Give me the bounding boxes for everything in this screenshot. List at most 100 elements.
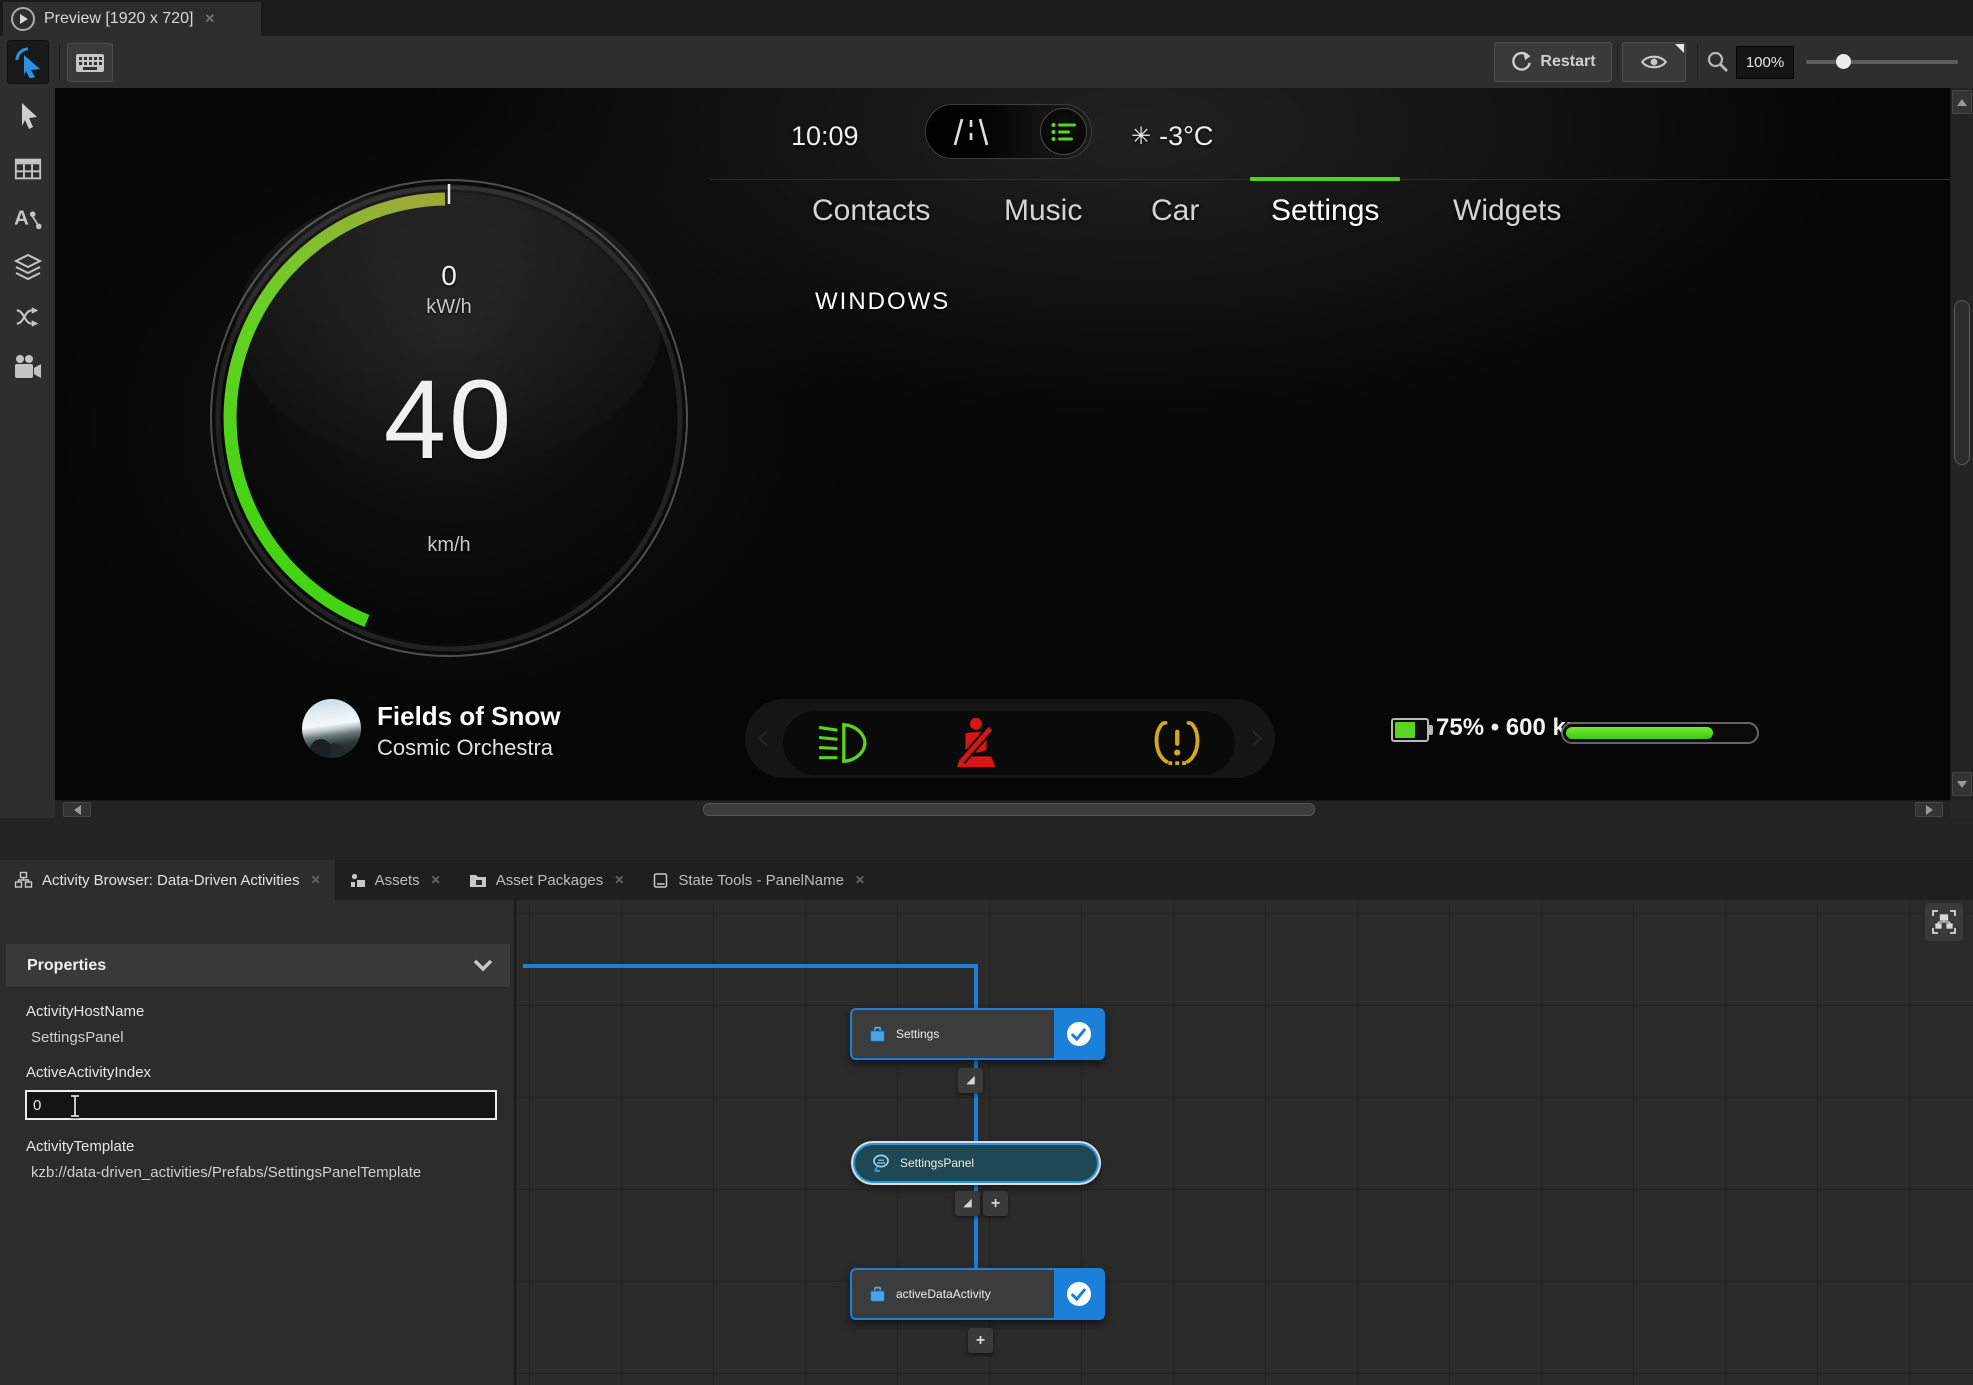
shuffle-icon	[16, 307, 39, 327]
graph-node-settings[interactable]: Settings	[850, 1008, 1105, 1060]
add-node-button[interactable]	[968, 1328, 993, 1353]
zoom-slider-handle[interactable]	[1836, 54, 1851, 69]
prop-template-value: kzb://data-driven_activities/Prefabs/Set…	[31, 1164, 422, 1181]
play-icon	[11, 7, 35, 31]
preview-tabbar: Preview [1920 x 720]	[0, 0, 1973, 37]
properties-header[interactable]: Properties	[6, 944, 510, 988]
activity-icon	[870, 1286, 885, 1302]
grid-view-tool-button[interactable]	[8, 148, 48, 190]
collapse-node-button[interactable]	[955, 1191, 980, 1216]
table-icon	[14, 158, 42, 180]
hmi-tab-widgets[interactable]: Widgets	[1453, 194, 1561, 228]
speed-gauge: 0 kW/h 40 km/h	[207, 176, 691, 660]
indicator-carousel: ‹ ›	[745, 699, 1275, 778]
scroll-right-button[interactable]	[1915, 802, 1943, 817]
settings-section-title: WINDOWS	[815, 288, 951, 315]
close-icon[interactable]	[855, 873, 865, 887]
left-arrow-icon	[73, 804, 81, 815]
panel-tab-state-tools[interactable]: State Tools - PanelName	[638, 860, 879, 900]
drive-mode-toggle[interactable]	[925, 104, 1092, 159]
hmi-tab-contacts[interactable]: Contacts	[812, 194, 930, 228]
connector-line	[523, 964, 978, 968]
collapse-node-button[interactable]	[958, 1068, 983, 1093]
pointer-click-icon	[15, 47, 40, 78]
vertical-scroll-thumb[interactable]	[1954, 300, 1970, 465]
gauge-speed-unit: km/h	[427, 534, 471, 556]
graph-node-active-data-activity[interactable]: activeDataActivity	[850, 1268, 1105, 1320]
zoom-slider[interactable]	[1806, 54, 1958, 69]
graph-node-settings-panel[interactable]: SettingsPanel	[853, 1143, 1099, 1183]
node-check-section[interactable]	[1054, 1270, 1103, 1318]
up-arrow-icon	[1957, 98, 1967, 106]
assets-icon	[350, 873, 365, 887]
carousel-prev-icon[interactable]: ‹	[755, 717, 771, 757]
prop-host-name-label: ActivityHostName	[26, 1003, 145, 1020]
svg-text:A: A	[14, 207, 29, 230]
zoom-level-value: 100%	[1745, 54, 1785, 71]
hmi-tab-music[interactable]: Music	[1004, 194, 1082, 228]
battery-progress-fill	[1566, 727, 1714, 739]
gauge-power-unit: kW/h	[426, 296, 472, 318]
snowflake-icon: ✳	[1131, 123, 1152, 150]
zoom-level-field[interactable]: 100%	[1736, 46, 1794, 79]
panel-tab-assets[interactable]: Assets	[335, 860, 455, 900]
text-nodes-icon: A	[14, 207, 42, 230]
media-title: Fields of Snow	[377, 701, 561, 731]
node-check-section[interactable]	[1054, 1010, 1103, 1058]
battery-progress-bar	[1561, 722, 1759, 744]
horizontal-scroll-thumb[interactable]	[703, 803, 1315, 816]
hmi-tab-car[interactable]: Car	[1151, 194, 1199, 228]
layers-tool-button[interactable]	[8, 246, 48, 288]
activity-host-icon	[873, 1154, 889, 1172]
list-view-icon	[1051, 122, 1076, 141]
panel-tab-activity-browser[interactable]: Activity Browser: Data-Driven Activities	[0, 860, 335, 900]
zoom-magnifier-icon	[1707, 51, 1728, 72]
check-badge	[1066, 1282, 1091, 1306]
node-label: activeDataActivity	[896, 1287, 991, 1301]
toolbar-separator	[59, 44, 60, 80]
node-label: Settings	[896, 1027, 940, 1041]
road-icon	[953, 118, 989, 145]
fit-graph-button[interactable]	[1925, 903, 1963, 941]
node-body: activeDataActivity	[852, 1270, 1054, 1318]
chevron-down-icon[interactable]	[472, 959, 494, 973]
scroll-left-button[interactable]	[63, 802, 91, 817]
panel-tab-label: Activity Browser: Data-Driven Activities	[42, 871, 300, 889]
prop-active-index-label: ActiveActivityIndex	[26, 1064, 152, 1081]
close-icon[interactable]	[311, 873, 321, 887]
scroll-down-button[interactable]	[1952, 772, 1972, 796]
camera-tool-button[interactable]	[8, 346, 48, 388]
close-icon[interactable]	[614, 873, 624, 887]
node-label: SettingsPanel	[900, 1156, 975, 1170]
activity-icon	[870, 1026, 885, 1042]
add-node-button[interactable]	[983, 1191, 1008, 1216]
preview-vertical-scrollbar[interactable]	[1950, 88, 1973, 800]
virtual-keyboard-button[interactable]	[67, 43, 113, 82]
preview-tab[interactable]: Preview [1920 x 720]	[3, 2, 261, 36]
preview-tab-title: Preview [1920 x 720]	[44, 10, 194, 27]
hmi-tab-settings[interactable]: Settings	[1271, 194, 1379, 228]
carousel-next-icon[interactable]: ›	[1249, 717, 1265, 757]
down-arrow-icon	[1957, 780, 1967, 788]
active-tab-indicator	[1250, 177, 1400, 181]
toggle-knob[interactable]	[1040, 108, 1087, 155]
panel-tab-asset-packages[interactable]: Asset Packages	[455, 860, 639, 900]
fit-graph-icon	[1932, 910, 1956, 934]
preview-visibility-button[interactable]	[1622, 42, 1686, 82]
select-tool-button[interactable]	[8, 94, 48, 136]
close-icon[interactable]	[204, 11, 215, 27]
pointer-interact-tool-button[interactable]	[7, 40, 49, 84]
scroll-up-button[interactable]	[1952, 90, 1972, 114]
video-camera-icon	[15, 355, 41, 378]
close-icon[interactable]	[431, 873, 441, 887]
check-badge	[1066, 1022, 1091, 1046]
indicator-strip	[783, 711, 1235, 775]
active-activity-index-input[interactable]	[25, 1090, 497, 1120]
preview-horizontal-scrollbar[interactable]	[55, 800, 1950, 819]
text-analysis-tool-button[interactable]: A	[8, 196, 48, 238]
preview-toolbar: Restart 100%	[0, 36, 1973, 89]
refresh-icon	[1512, 51, 1532, 71]
branch-flow-tool-button[interactable]	[8, 296, 48, 338]
panel-tab-label: Asset Packages	[495, 871, 604, 889]
restart-button[interactable]: Restart	[1494, 42, 1612, 82]
